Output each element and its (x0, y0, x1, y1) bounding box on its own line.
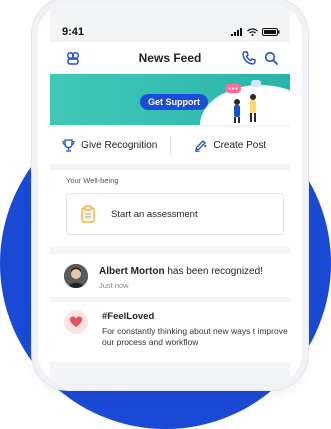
start-assessment-card[interactable]: Start an assessment (66, 193, 284, 235)
give-recognition-button[interactable]: Give Recognition (50, 139, 170, 152)
create-post-button[interactable]: Create Post (171, 139, 291, 152)
team-icon[interactable] (66, 51, 80, 70)
signal-icon (231, 28, 242, 36)
feed-item-recognition[interactable]: Albert Morton has been recognized! Just … (50, 254, 290, 297)
status-icons (231, 28, 280, 36)
wifi-icon (247, 28, 258, 36)
wellbeing-label: Your Well-being (66, 176, 119, 185)
create-post-label: Create Post (213, 140, 267, 151)
feed-item-title: Albert Morton has been recognized! (99, 266, 263, 277)
pencil-icon (195, 140, 207, 152)
page-title: News Feed (138, 51, 202, 65)
post-tag: #FeelLoved (102, 311, 155, 322)
avatar (64, 264, 88, 288)
get-support-button[interactable]: Get Support (140, 94, 208, 110)
battery-icon (262, 28, 280, 36)
support-banner: Get Support (50, 74, 290, 125)
search-icon[interactable] (264, 51, 278, 65)
header-actions (242, 51, 278, 65)
clipboard-icon (81, 205, 95, 223)
start-assessment-label: Start an assessment (111, 208, 198, 220)
heart-hand-icon (69, 316, 83, 327)
feed-post[interactable]: #FeelLoved For constantly thinking about… (50, 302, 290, 362)
app-header: News Feed (50, 42, 290, 74)
status-bar: 9:41 (50, 22, 290, 42)
trophy-icon (62, 139, 75, 152)
feed-item-timestamp: Just now (99, 281, 129, 290)
wellbeing-section: Your Well-being Start an assessment (50, 170, 290, 247)
action-bar: Give Recognition Create Post (50, 127, 290, 164)
phone-icon[interactable] (242, 51, 256, 65)
phone-frame: 9:41 News Feed Get Support Give Recognit… (38, 4, 302, 384)
status-time: 9:41 (62, 26, 85, 38)
app-screen: 9:41 News Feed Get Support Give Recognit… (50, 4, 290, 384)
post-badge (64, 310, 88, 334)
recognized-person-name[interactable]: Albert Morton (99, 266, 165, 277)
people-illustration (225, 80, 261, 123)
give-recognition-label: Give Recognition (81, 140, 158, 151)
feed-item-text: has been recognized! (164, 266, 263, 277)
